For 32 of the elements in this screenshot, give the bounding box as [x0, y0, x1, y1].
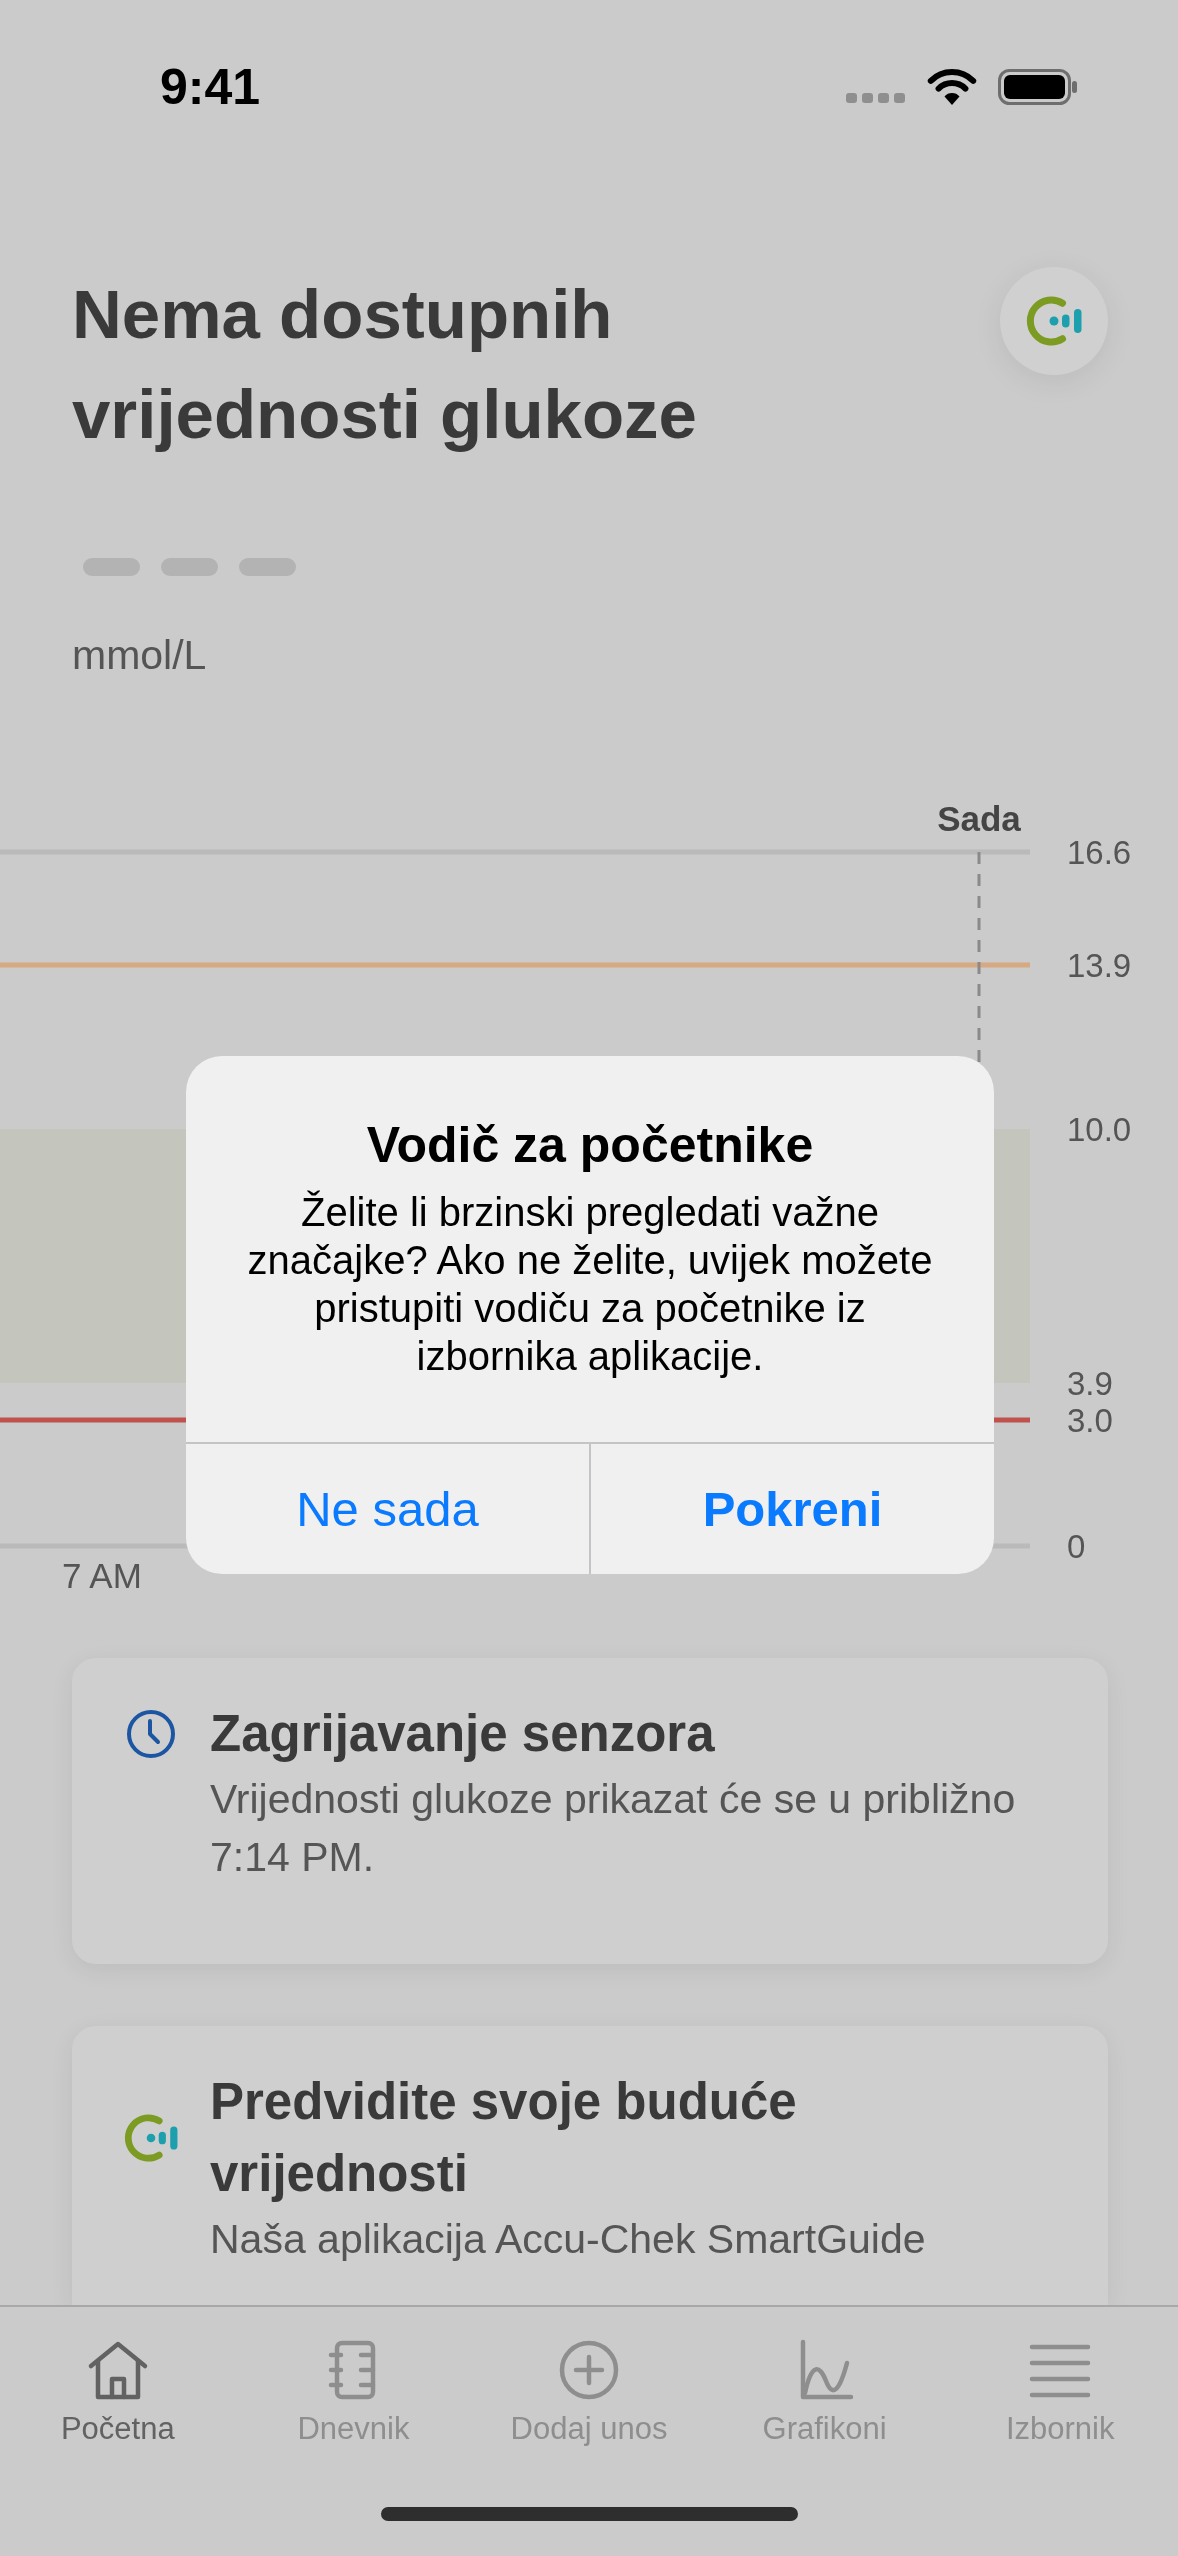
plus-circle-icon	[557, 2339, 621, 2401]
axis-label: 13.9	[1067, 946, 1132, 984]
dash-icon	[161, 558, 218, 576]
nav-tab[interactable]: Izbornik	[1005, 2339, 1115, 2447]
card-text: Naša aplikacija Accu-Chek SmartGuide	[210, 2215, 927, 2264]
dialog-button[interactable]: Ne sada	[186, 1444, 589, 1574]
page-title: Nema dostupnih vrijednosti glukoze	[72, 275, 698, 455]
axis-label: 7 AM	[62, 1555, 142, 1595]
clock-icon	[126, 1709, 176, 1759]
signal-icon	[846, 93, 906, 103]
battery-icon	[998, 69, 1078, 105]
axis-label: 10.0	[1067, 1110, 1132, 1148]
dialog-title: Vodič za početnike	[366, 1116, 814, 1175]
axis-label: 0	[1067, 1527, 1086, 1565]
wifi-icon	[926, 68, 978, 106]
nav-tab[interactable]: Grafikoni	[762, 2339, 887, 2447]
status-time: 9:41	[160, 58, 261, 116]
card-title: Predvidite svoje buduće vrijednosti	[210, 2072, 798, 2204]
card-text: Vrijednosti glukoze prikazat će se u približno 7:14 PM.	[210, 1775, 1017, 1882]
unit-label: mmol/L	[72, 631, 207, 679]
dialog-button[interactable]: Pokreni	[589, 1444, 994, 1574]
axis-label: 16.6	[1067, 833, 1132, 871]
now-label: Sada	[937, 798, 1021, 838]
nav-tab[interactable]: Dodaj unos	[510, 2339, 668, 2447]
dash-icon	[239, 558, 296, 576]
axis-label: 3.0	[1067, 1401, 1113, 1439]
dash-icon	[83, 558, 140, 576]
card-title: Zagrijavanje senzora	[210, 1704, 716, 1764]
nav-tab[interactable]: Dnevnik	[297, 2339, 410, 2447]
dialog-message: Želite li brzinski pregledati važne značajke? Ako ne želite, uvijek možete pristupiti vodiču za početnike iz izbornika aplikacije.	[246, 1189, 934, 1380]
nav-tab[interactable]: Početna	[60, 2339, 175, 2447]
axis-label: 3.9	[1067, 1364, 1113, 1402]
